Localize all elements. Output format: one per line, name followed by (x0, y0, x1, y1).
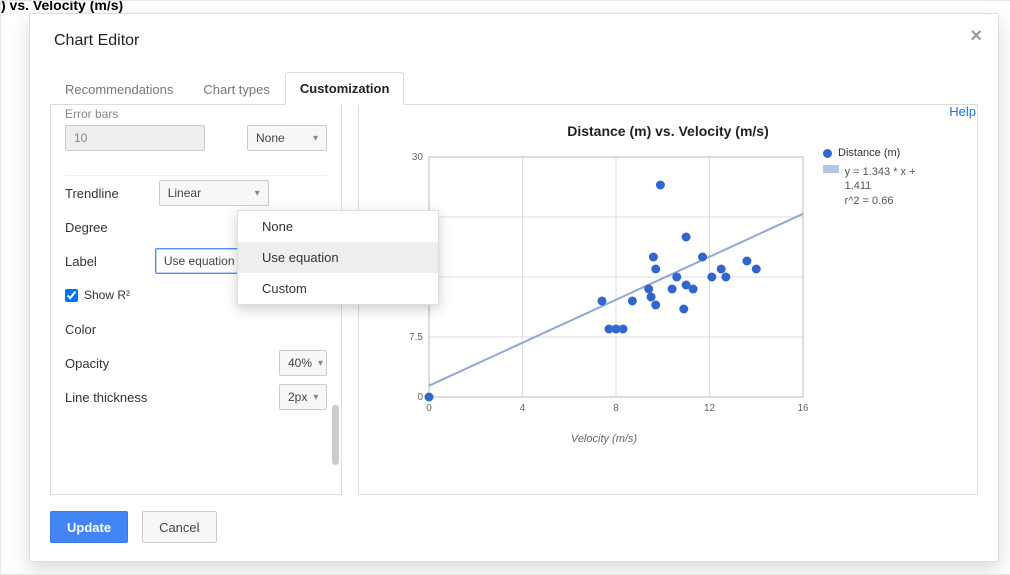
svg-text:7.5: 7.5 (409, 332, 423, 343)
trendline-select[interactable]: Linear ▾ (159, 180, 269, 206)
label-dropdown: None Use equation Custom (237, 210, 439, 305)
opacity-select[interactable]: 40% ▾ (279, 350, 327, 376)
close-icon[interactable]: × (970, 26, 982, 46)
chevron-down-icon: ▾ (313, 392, 318, 403)
show-r2-checkbox[interactable]: Show R² (65, 288, 130, 302)
show-r2-input[interactable] (65, 289, 78, 302)
legend-series-label: Distance (m) (838, 147, 900, 159)
thickness-select[interactable]: 2px ▾ (279, 384, 327, 410)
svg-text:0: 0 (417, 392, 423, 403)
tab-chart-types[interactable]: Chart types (188, 73, 284, 105)
error-bars-value-input[interactable] (65, 125, 205, 151)
thickness-label: Line thickness (65, 390, 147, 405)
svg-text:30: 30 (412, 152, 424, 163)
label-label: Label (65, 254, 97, 269)
svg-text:0: 0 (426, 403, 432, 414)
chart-legend: Distance (m) y = 1.343 * x + 1.411 r^2 =… (813, 147, 923, 214)
scatter-chart: 048121607.51522.530 (383, 147, 813, 427)
error-bars-select[interactable]: None ▾ (247, 125, 327, 151)
chevron-down-icon: ▾ (313, 133, 318, 144)
label-option-none[interactable]: None (238, 211, 438, 242)
chart-title: Distance (m) vs. Velocity (m/s) (369, 123, 967, 139)
color-label: Color (65, 322, 96, 337)
tab-customization[interactable]: Customization (285, 72, 405, 105)
tab-recommendations[interactable]: Recommendations (50, 73, 188, 105)
thickness-select-value: 2px (288, 390, 307, 404)
svg-text:12: 12 (704, 403, 716, 414)
label-option-use-equation[interactable]: Use equation (238, 242, 438, 273)
legend-r2: r^2 = 0.66 (845, 195, 894, 207)
error-bars-select-value: None (256, 131, 285, 145)
legend-line-icon (823, 165, 839, 173)
trendline-select-value: Linear (168, 186, 201, 200)
chart-preview-panel: Distance (m) vs. Velocity (m/s) ce (m) 0… (358, 105, 978, 495)
error-bars-label-cut: Error bars (65, 107, 327, 121)
svg-text:4: 4 (520, 403, 526, 414)
chevron-down-icon: ▾ (318, 358, 323, 369)
modal-title: Chart Editor (30, 14, 998, 50)
scrollbar-thumb[interactable] (332, 405, 339, 465)
svg-text:8: 8 (613, 403, 619, 414)
chevron-down-icon: ▾ (255, 188, 260, 199)
legend-equation: y = 1.343 * x + 1.411 (845, 166, 916, 192)
tabs: Recommendations Chart types Customizatio… (50, 70, 978, 105)
label-option-custom[interactable]: Custom (238, 273, 438, 304)
show-r2-label: Show R² (84, 288, 130, 302)
update-button[interactable]: Update (50, 511, 128, 543)
x-axis-label: Velocity (m/s) (389, 433, 819, 445)
background-page-title: ) vs. Velocity (m/s) (1, 0, 123, 13)
cancel-button[interactable]: Cancel (142, 511, 216, 543)
opacity-label: Opacity (65, 356, 109, 371)
chart-editor-modal: × Chart Editor Recommendations Chart typ… (29, 13, 999, 562)
legend-dot-icon (823, 149, 832, 158)
opacity-select-value: 40% (288, 356, 312, 370)
degree-label: Degree (65, 220, 108, 235)
svg-text:16: 16 (797, 403, 809, 414)
label-select-value: Use equation (164, 254, 235, 268)
trendline-label: Trendline (65, 186, 119, 201)
